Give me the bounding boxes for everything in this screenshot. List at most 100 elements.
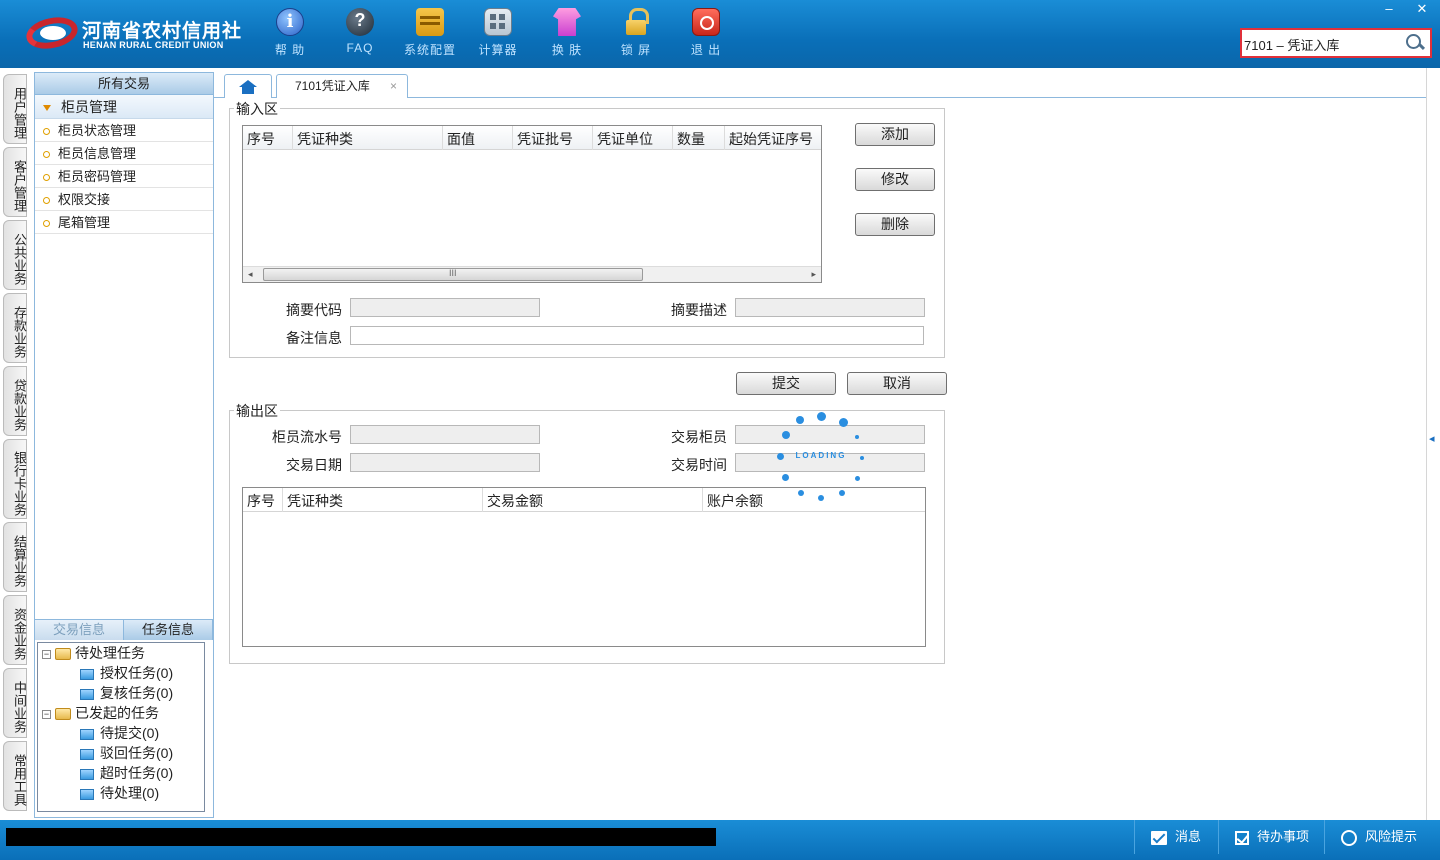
tab-home[interactable] bbox=[224, 74, 272, 98]
risk-alert-button[interactable]: 风险提示 bbox=[1324, 820, 1440, 854]
tab-task-info[interactable]: 任务信息 bbox=[124, 620, 213, 640]
tab-transaction-info[interactable]: 交易信息 bbox=[35, 620, 124, 640]
horizontal-scrollbar[interactable]: ◂ III ▸ bbox=[243, 266, 821, 282]
todo-label: 待办事项 bbox=[1257, 829, 1310, 844]
vtab-common-tools[interactable]: 常用工具 bbox=[3, 741, 27, 811]
vtab-user-management[interactable]: 用户管理 bbox=[3, 74, 27, 144]
collapse-toggle-icon[interactable]: − bbox=[42, 649, 51, 659]
folder-icon bbox=[80, 728, 94, 740]
menu-item-label: 权限交接 bbox=[58, 192, 111, 207]
col-quantity[interactable]: 数量 bbox=[673, 126, 725, 150]
spinner-dot bbox=[782, 431, 790, 439]
scroll-left-icon[interactable]: ◂ bbox=[248, 269, 253, 280]
tree-node-timeout[interactable]: 超时任务(0) bbox=[80, 763, 173, 783]
menu-group-teller-management[interactable]: 柜员管理 bbox=[35, 95, 213, 119]
lock-screen-button[interactable]: 锁 屏 bbox=[606, 8, 666, 60]
output-table[interactable]: 序号 凭证种类 交易金额 账户余额 bbox=[242, 487, 926, 647]
tree-node-auth-tasks[interactable]: 授权任务(0) bbox=[80, 663, 173, 683]
transaction-search-input[interactable] bbox=[1244, 34, 1404, 54]
col-voucher-type[interactable]: 凭证种类 bbox=[283, 488, 483, 512]
vtab-loan-business[interactable]: 贷款业务 bbox=[3, 366, 27, 436]
menu-item-permission-handover[interactable]: 权限交接 bbox=[35, 188, 213, 211]
tree-node-label: 已发起的任务 bbox=[75, 705, 159, 721]
power-icon bbox=[692, 8, 720, 36]
summary-code-field[interactable] bbox=[350, 298, 540, 317]
vtab-settlement-business[interactable]: 结算业务 bbox=[3, 522, 27, 592]
vtab-fund-business[interactable]: 资金业务 bbox=[3, 595, 27, 665]
logo-text-cn: 河南省农村信用社 bbox=[82, 21, 243, 42]
faq-button[interactable]: FAQ bbox=[330, 8, 390, 60]
vtab-customer-management[interactable]: 客户管理 bbox=[3, 147, 27, 217]
lock-icon bbox=[626, 8, 649, 36]
folder-icon bbox=[80, 768, 94, 780]
loading-text: LOADING bbox=[795, 451, 847, 460]
edit-button[interactable]: 修改 bbox=[855, 168, 935, 191]
col-trade-amount[interactable]: 交易金额 bbox=[483, 488, 703, 512]
menu-item-teller-password[interactable]: 柜员密码管理 bbox=[35, 165, 213, 188]
tree-node-pending-tasks[interactable]: − 待处理任务 bbox=[42, 643, 145, 663]
folder-icon bbox=[80, 788, 94, 800]
tree-node-rejected[interactable]: 驳回任务(0) bbox=[80, 743, 173, 763]
scroll-right-icon[interactable]: ▸ bbox=[811, 269, 816, 280]
menu-item-teller-info[interactable]: 柜员信息管理 bbox=[35, 142, 213, 165]
trade-date-field[interactable] bbox=[350, 453, 540, 472]
vtab-public-business[interactable]: 公共业务 bbox=[3, 220, 27, 290]
teller-serial-field[interactable] bbox=[350, 425, 540, 444]
summary-desc-field[interactable] bbox=[735, 298, 925, 317]
close-tab-icon[interactable]: × bbox=[390, 75, 397, 97]
tree-node-review-tasks[interactable]: 复核任务(0) bbox=[80, 683, 173, 703]
close-window-button[interactable]: ✕ bbox=[1405, 0, 1439, 18]
voucher-input-table[interactable]: 序号 凭证种类 面值 凭证批号 凭证单位 数量 起始凭证序号 ◂ III ▸ bbox=[242, 125, 822, 283]
chevron-left-icon[interactable]: ◂ bbox=[1429, 432, 1435, 445]
help-button[interactable]: 帮 助 bbox=[260, 8, 320, 60]
change-skin-button[interactable]: 换 肤 bbox=[537, 8, 597, 60]
vtab-deposit-business[interactable]: 存款业务 bbox=[3, 293, 27, 363]
system-config-button[interactable]: 系统配置 bbox=[400, 8, 460, 60]
menu-item-tail-box[interactable]: 尾箱管理 bbox=[35, 211, 213, 234]
summary-desc-label: 摘要描述 bbox=[671, 302, 727, 318]
henan-rcu-logo: 河南省农村信用社 HENAN RURAL CREDIT UNION bbox=[23, 12, 243, 54]
col-serial[interactable]: 序号 bbox=[243, 126, 293, 150]
col-batch-no[interactable]: 凭证批号 bbox=[513, 126, 593, 150]
col-start-serial[interactable]: 起始凭证序号 bbox=[725, 126, 821, 150]
task-tree: − 待处理任务 授权任务(0) 复核任务(0) − 已发起的任务 待提交(0) 驳回… bbox=[37, 642, 205, 812]
todo-button[interactable]: 待办事项 bbox=[1218, 820, 1324, 854]
minimize-button[interactable]: – bbox=[1372, 0, 1406, 18]
collapse-toggle-icon[interactable]: − bbox=[42, 709, 51, 719]
trade-teller-label: 交易柜员 bbox=[671, 429, 727, 445]
messages-button[interactable]: 消息 bbox=[1134, 820, 1218, 854]
remark-field[interactable] bbox=[350, 326, 924, 345]
submit-button[interactable]: 提交 bbox=[736, 372, 836, 395]
cancel-button[interactable]: 取消 bbox=[847, 372, 947, 395]
chat-bubble-icon bbox=[1341, 829, 1357, 846]
spinner-dot bbox=[839, 418, 848, 427]
input-area-title: 输入区 bbox=[234, 99, 280, 119]
bullet-icon bbox=[43, 151, 50, 159]
tab-voucher-storage[interactable]: 7101凭证入库 × bbox=[276, 74, 408, 99]
tree-node-to-submit[interactable]: 待提交(0) bbox=[80, 723, 159, 743]
lock-screen-label: 锁 屏 bbox=[620, 43, 652, 57]
delete-button[interactable]: 删除 bbox=[855, 213, 935, 236]
col-voucher-type[interactable]: 凭证种类 bbox=[293, 126, 443, 150]
mail-icon bbox=[1151, 830, 1167, 845]
vtab-bank-card-business[interactable]: 银行卡业务 bbox=[3, 439, 27, 519]
tree-node-label: 超时任务(0) bbox=[100, 765, 174, 781]
col-serial[interactable]: 序号 bbox=[243, 488, 283, 512]
col-face-value[interactable]: 面值 bbox=[443, 126, 513, 150]
spinner-dot bbox=[855, 435, 859, 439]
folder-icon bbox=[80, 748, 94, 760]
menu-item-label: 柜员密码管理 bbox=[58, 169, 137, 184]
vtab-intermediary-business[interactable]: 中间业务 bbox=[3, 668, 27, 738]
right-panel-handle[interactable]: ◂ bbox=[1426, 68, 1440, 820]
menu-item-teller-status[interactable]: 柜员状态管理 bbox=[35, 119, 213, 142]
tree-node-initiated-tasks[interactable]: − 已发起的任务 bbox=[42, 703, 159, 723]
calculator-button[interactable]: 计算器 bbox=[468, 8, 528, 60]
exit-button[interactable]: 退 出 bbox=[676, 8, 736, 60]
scroll-thumb[interactable]: III bbox=[263, 268, 643, 281]
search-icon[interactable] bbox=[1406, 34, 1424, 52]
add-button[interactable]: 添加 bbox=[855, 123, 935, 146]
info-tabs: 交易信息 任务信息 bbox=[35, 620, 213, 640]
tree-node-to-process[interactable]: 待处理(0) bbox=[80, 783, 159, 803]
system-config-label: 系统配置 bbox=[403, 43, 456, 57]
col-voucher-unit[interactable]: 凭证单位 bbox=[593, 126, 673, 150]
